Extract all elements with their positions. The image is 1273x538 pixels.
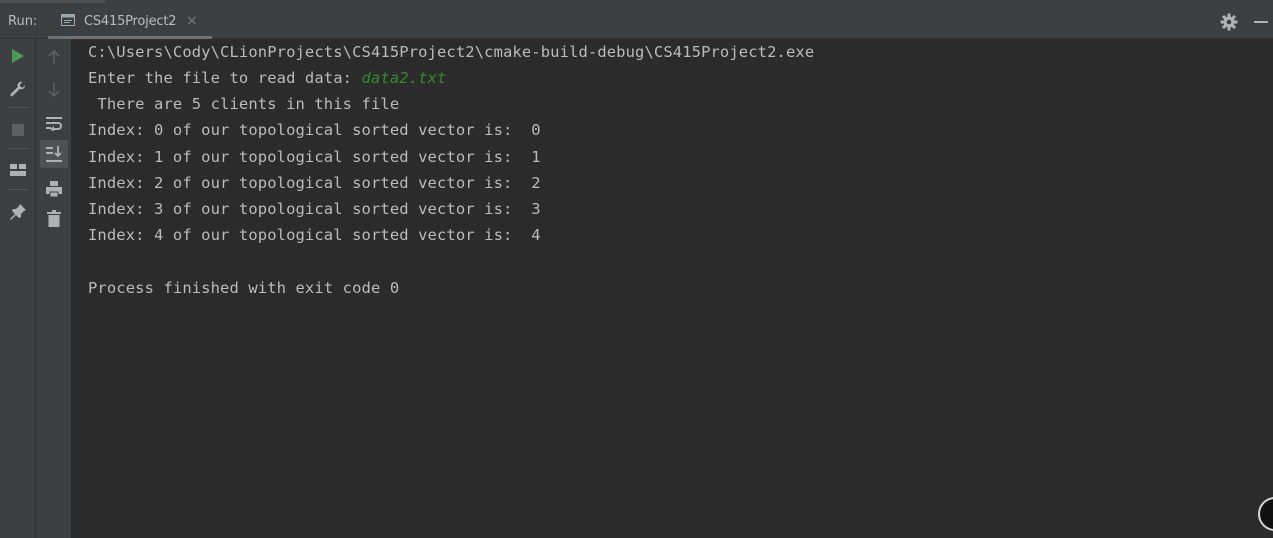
minimize-icon[interactable] xyxy=(1254,21,1268,23)
layout-icon[interactable] xyxy=(7,159,29,181)
wrench-icon[interactable] xyxy=(7,78,29,100)
console-line-path: C:\Users\Cody\CLionProjects\CS415Project… xyxy=(88,43,815,61)
close-icon[interactable]: × xyxy=(186,13,198,29)
console-line-prompt: Enter the file to read data: data2.txt xyxy=(88,69,446,87)
console-line-index: Index: 0 of our topological sorted vecto… xyxy=(88,121,541,139)
run-label: Run: xyxy=(8,14,38,29)
console-line-exit: Process finished with exit code 0 xyxy=(88,279,400,297)
run-tool-window-header: Run: CS415Project2 × xyxy=(0,5,1273,39)
toolbar-separator xyxy=(8,148,28,149)
console-line-index: Index: 1 of our topological sorted vecto… xyxy=(88,148,541,166)
console-line-index: Index: 3 of our topological sorted vecto… xyxy=(88,200,541,218)
soft-wrap-icon[interactable] xyxy=(43,112,65,134)
prompt-text: Enter the file to read data: xyxy=(88,69,362,87)
gear-icon[interactable] xyxy=(1220,13,1238,31)
console-tab-icon xyxy=(61,14,75,26)
console-output[interactable]: C:\Users\Cody\CLionProjects\CS415Project… xyxy=(72,39,1273,538)
console-line-clients: There are 5 clients in this file xyxy=(88,95,400,113)
console-line-index: Index: 2 of our topological sorted vecto… xyxy=(88,174,541,192)
toolbar-separator xyxy=(8,107,28,108)
stop-icon[interactable] xyxy=(7,119,29,141)
tab-cs415project2[interactable]: CS415Project2 × xyxy=(48,5,212,39)
down-arrow-icon[interactable] xyxy=(43,79,65,101)
run-toolbar-secondary xyxy=(36,39,72,538)
run-icon[interactable] xyxy=(7,45,29,67)
run-toolbar-primary xyxy=(0,39,36,538)
scroll-to-end-toggle[interactable] xyxy=(40,140,68,168)
toolbar-separator xyxy=(8,189,28,190)
top-strip-accent xyxy=(0,0,105,3)
trash-icon[interactable] xyxy=(43,208,65,230)
pin-icon[interactable] xyxy=(7,201,29,223)
scroll-to-end-icon xyxy=(46,146,62,162)
tab-label: CS415Project2 xyxy=(84,14,177,29)
user-input-value: data2.txt xyxy=(361,69,447,87)
console-line-index: Index: 4 of our topological sorted vecto… xyxy=(88,226,541,244)
up-arrow-icon[interactable] xyxy=(43,46,65,68)
print-icon[interactable] xyxy=(43,178,65,200)
